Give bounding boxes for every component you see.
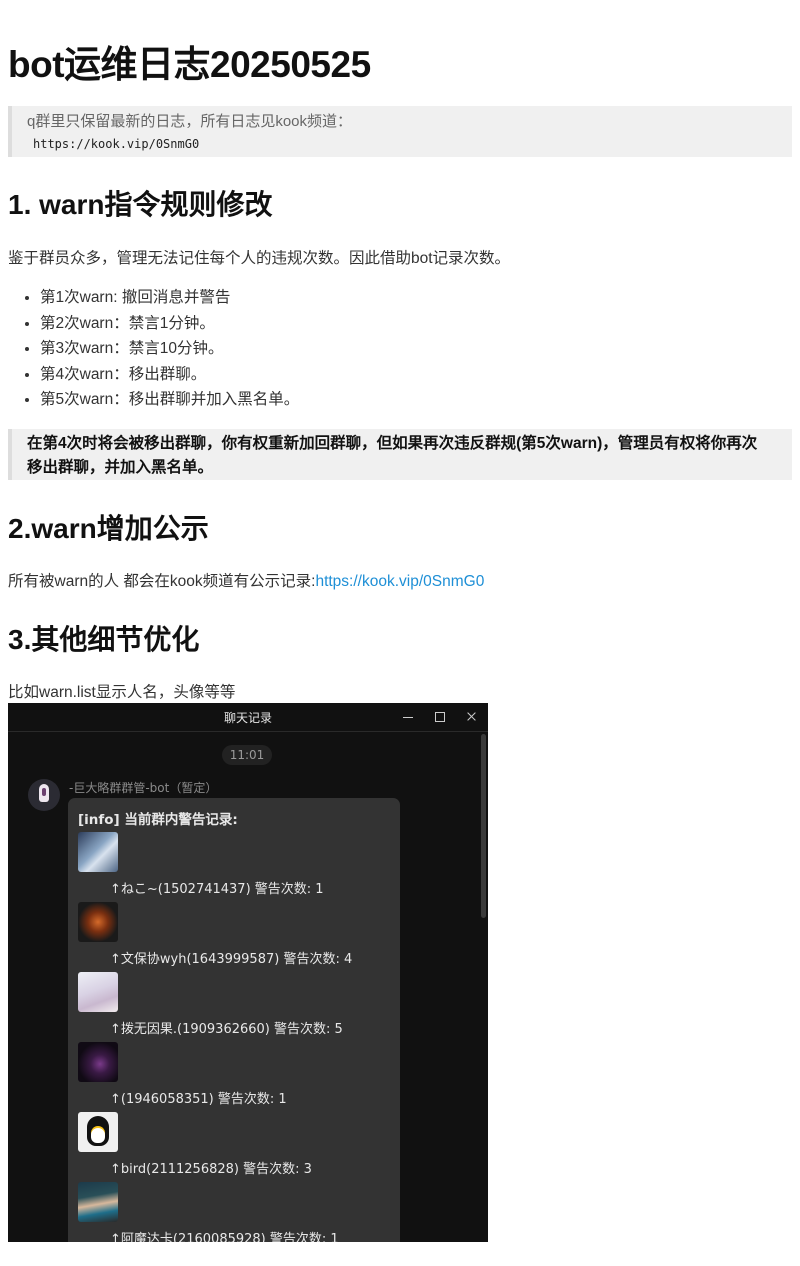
list-item: 第4次warn：移出群聊。 <box>40 363 299 389</box>
scrollbar[interactable] <box>481 734 486 918</box>
warn-entry-text: ↑bird(2111256828) 警告次数: 3 <box>110 1162 312 1177</box>
warn-entry-text: ↑(1946058351) 警告次数: 1 <box>110 1092 287 1107</box>
rule-note: 在第4次时将会被移出群聊，你有权重新加回群聊，但如果再次违反群规(第5次warn… <box>27 435 758 476</box>
avatar[interactable] <box>78 1042 118 1082</box>
warn-entry: ↑拨无因果.(1909362660) 警告次数: 5 <box>78 972 398 1042</box>
maximize-icon[interactable] <box>429 707 451 727</box>
chat-history-screenshot: 聊天记录 11:01 -巨大略群群管-bot（暂定） [info] 当前群内警告… <box>8 703 488 1242</box>
avatar[interactable] <box>78 1182 118 1222</box>
list-item: 第5次warn：移出群聊并加入黑名单。 <box>40 388 299 414</box>
page-title: bot运维日志20250525 <box>8 44 371 85</box>
avatar[interactable] <box>78 972 118 1012</box>
section3-heading: 3.其他细节优化 <box>8 624 200 655</box>
notice-url: https://kook.vip/0SnmG0 <box>33 137 200 151</box>
avatar[interactable] <box>78 832 118 872</box>
message-timestamp: 11:01 <box>222 745 272 765</box>
close-icon[interactable] <box>461 707 483 727</box>
warn-entry: ↑(1946058351) 警告次数: 1 <box>78 1042 398 1112</box>
kook-channel-link[interactable]: https://kook.vip/0SnmG0 <box>315 573 484 590</box>
section2-text-label: 所有被warn的人 都会在kook频道有公示记录: <box>8 573 316 590</box>
list-item: 第1次warn: 撤回消息并警告 <box>40 286 299 312</box>
section1-intro: 鉴于群员众多，管理无法记住每个人的违规次数。因此借助bot记录次数。 <box>8 250 511 267</box>
list-item: 第2次warn：禁言1分钟。 <box>40 312 299 338</box>
bot-avatar[interactable] <box>28 779 60 811</box>
notice-blockquote: q群里只保留最新的日志，所有日志见kook频道： https://kook.vi… <box>8 106 792 157</box>
section2-heading: 2.warn增加公示 <box>8 513 209 544</box>
warn-entry-text: ↑拨无因果.(1909362660) 警告次数: 5 <box>110 1022 343 1037</box>
message-bubble: [info] 当前群内警告记录: ↑ねこ~(1502741437) 警告次数: … <box>68 798 400 1242</box>
section1-heading: 1. warn指令规则修改 <box>8 189 273 220</box>
warn-entry: ↑ねこ~(1502741437) 警告次数: 1 <box>78 832 398 902</box>
minimize-icon[interactable] <box>397 707 419 727</box>
warn-entry: ↑阿魔达卡(2160085928) 警告次数: 1 <box>78 1182 398 1242</box>
sender-name: -巨大略群群管-bot（暂定） <box>69 781 218 795</box>
warn-rules-list: 第1次warn: 撤回消息并警告 第2次warn：禁言1分钟。 第3次warn：… <box>8 286 299 414</box>
notice-text: q群里只保留最新的日志，所有日志见kook频道： <box>27 113 353 130</box>
avatar[interactable] <box>78 902 118 942</box>
warn-entry-text: ↑文保协wyh(1643999587) 警告次数: 4 <box>110 952 353 967</box>
rule-note-blockquote: 在第4次时将会被移出群聊，你有权重新加回群聊，但如果再次违反群规(第5次warn… <box>8 429 792 480</box>
warn-list-header: [info] 当前群内警告记录: <box>78 812 238 828</box>
warn-entry: ↑bird(2111256828) 警告次数: 3 <box>78 1112 398 1182</box>
section3-text: 比如warn.list显示人名，头像等等 <box>8 684 236 701</box>
section2-text: 所有被warn的人 都会在kook频道有公示记录:https://kook.vi… <box>8 569 484 591</box>
list-item: 第3次warn：禁言10分钟。 <box>40 337 299 363</box>
warn-entry: ↑文保协wyh(1643999587) 警告次数: 4 <box>78 902 398 972</box>
warn-entry-text: ↑ねこ~(1502741437) 警告次数: 1 <box>110 882 324 897</box>
warn-entry-text: ↑阿魔达卡(2160085928) 警告次数: 1 <box>110 1232 339 1242</box>
window-titlebar: 聊天记录 <box>8 703 488 732</box>
penguin-avatar-icon[interactable] <box>78 1112 118 1152</box>
